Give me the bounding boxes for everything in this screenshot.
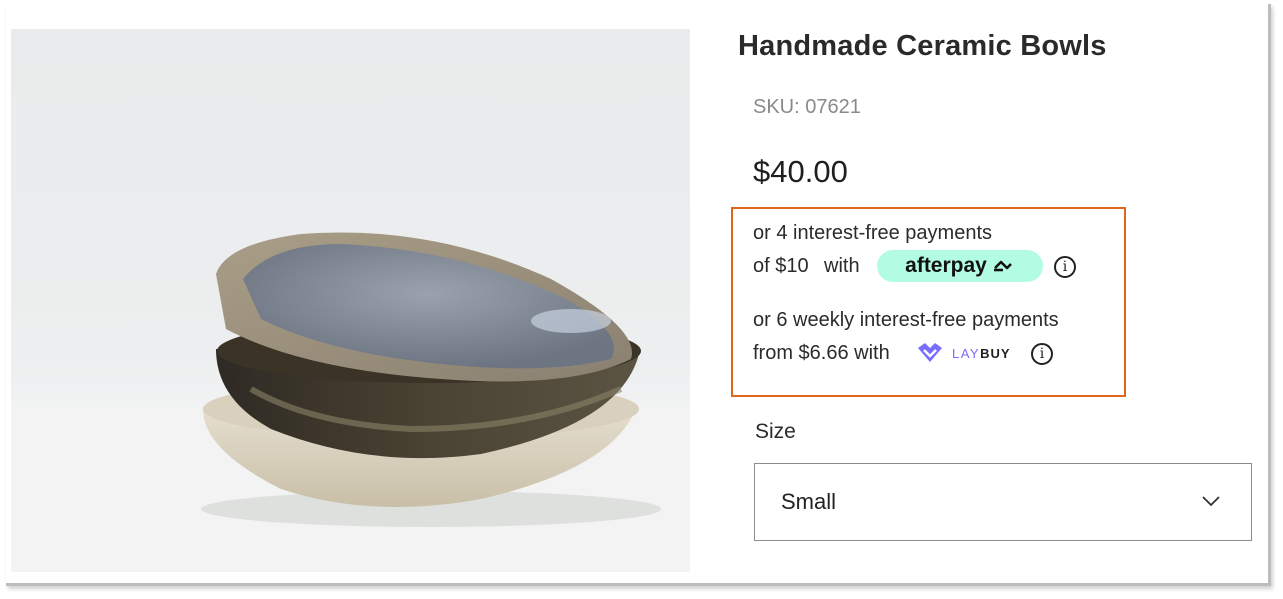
afterpay-line1: or 4 interest-free payments bbox=[753, 222, 992, 244]
size-selected-value: Small bbox=[781, 489, 837, 514]
afterpay-installment-amount: of $10 bbox=[753, 255, 809, 277]
afterpay-badge-text: afterpay bbox=[905, 254, 987, 277]
size-label: Size bbox=[755, 420, 796, 443]
afterpay-with-label: with bbox=[824, 255, 860, 277]
afterpay-badge[interactable]: afterpay bbox=[877, 250, 1043, 282]
laybuy-logo-buy: BUY bbox=[980, 345, 1011, 361]
laybuy-line2: from $6.66 with bbox=[753, 342, 890, 364]
product-sku: SKU: 07621 bbox=[753, 96, 861, 118]
laybuy-heart-icon bbox=[916, 342, 944, 364]
product-price: $40.00 bbox=[753, 154, 848, 189]
product-title: Handmade Ceramic Bowls bbox=[738, 30, 1107, 62]
size-select[interactable]: Small bbox=[754, 463, 1252, 541]
laybuy-line1: or 6 weekly interest-free payments bbox=[753, 309, 1059, 331]
product-image bbox=[11, 29, 690, 572]
afterpay-arrows-icon bbox=[991, 257, 1015, 275]
laybuy-logo[interactable]: LAY BUY bbox=[916, 340, 1011, 366]
afterpay-info-icon[interactable]: i bbox=[1054, 256, 1076, 278]
chevron-down-icon bbox=[1201, 494, 1221, 512]
laybuy-logo-lay: LAY bbox=[952, 345, 981, 361]
laybuy-info-icon[interactable]: i bbox=[1031, 343, 1053, 365]
